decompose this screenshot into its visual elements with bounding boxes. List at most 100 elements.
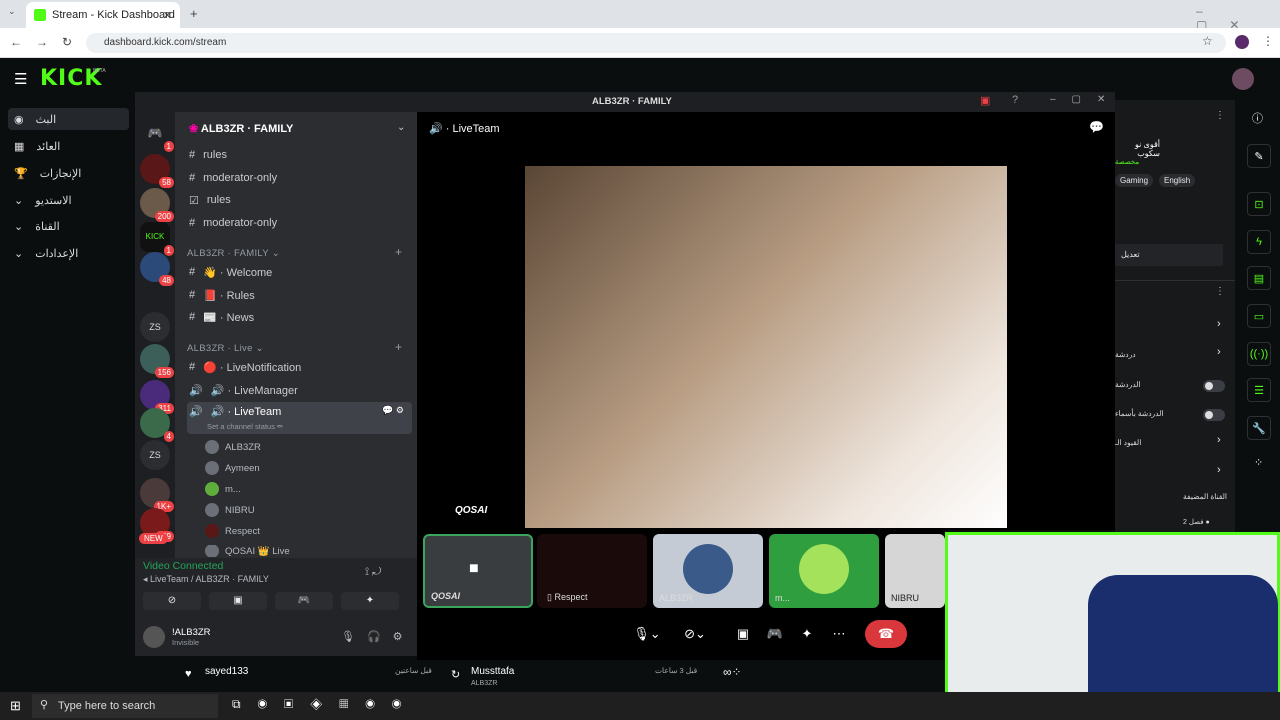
activity-button[interactable]: 🎮 (275, 592, 333, 610)
channel-item[interactable]: # 📰 · News (187, 307, 412, 327)
soundboard-icon[interactable]: ✦ (795, 620, 819, 648)
participant-tile[interactable]: m... (769, 534, 879, 608)
sidebar-item-achievements[interactable]: 🏆 الإنجازات (8, 162, 129, 184)
server-icon[interactable]: 156 (140, 344, 174, 378)
channel-item[interactable]: # rules (187, 145, 412, 165)
voice-user[interactable]: QOSAI 👑 Live (205, 545, 290, 557)
windows-start-icon[interactable]: ⊞ (10, 698, 21, 714)
help-icon[interactable]: ? (1012, 94, 1018, 106)
server-icon[interactable]: 200 (140, 188, 174, 222)
disconnect-icon[interactable]: ⟟ ⤾ (365, 566, 381, 579)
main-video-feed[interactable] (525, 166, 1007, 528)
broadcast-icon[interactable]: ((·)) (1247, 342, 1271, 366)
discord-home-icon[interactable]: 🎮 1 (140, 118, 174, 152)
server-icon[interactable]: 311 (140, 380, 174, 414)
screen-share-icon[interactable]: ▣ (731, 620, 755, 648)
url-field[interactable]: dashboard.kick.com/stream (86, 33, 1226, 53)
server-icon-kick[interactable]: KICK 1 (140, 222, 174, 256)
activity-user[interactable]: sayed133 (205, 666, 248, 677)
discord-window-controls[interactable]: –▢✕ (1050, 94, 1121, 105)
participant-tile[interactable]: ■ QOSAI (423, 534, 533, 608)
channel-actions-icon[interactable]: 💬 ⚙ (382, 405, 404, 416)
add-channel-icon[interactable]: + (395, 245, 402, 259)
screenshot-icon[interactable]: ⊡ (1247, 192, 1271, 216)
chevron-right-icon[interactable]: › (1217, 434, 1221, 446)
tab-search-icon[interactable]: ⌄ (8, 6, 16, 17)
chat-bubble-icon[interactable]: 💬 (1089, 120, 1104, 134)
close-tab-icon[interactable]: ✕ (163, 9, 172, 22)
channel-item[interactable]: # 👋 · Welcome (187, 262, 412, 282)
chevron-right-icon[interactable]: › (1217, 464, 1221, 476)
server-icon[interactable]: 1K+ (140, 478, 174, 512)
new-tab-icon[interactable]: + (190, 6, 198, 21)
voice-user[interactable]: Aymeen (205, 461, 260, 475)
edit-button[interactable]: تعديل (1115, 244, 1223, 266)
profile-avatar[interactable] (1235, 35, 1249, 49)
chevron-right-icon[interactable]: › (1217, 318, 1221, 330)
avatar[interactable] (143, 626, 165, 648)
more-options-icon[interactable]: ⋯ (827, 620, 851, 648)
server-icon[interactable]: 58 (140, 154, 174, 188)
participant-tile[interactable]: NIBRU (885, 534, 945, 608)
activity-user[interactable]: Mussttafa (471, 666, 514, 677)
panel-menu-icon[interactable]: ⋮ (1215, 286, 1225, 297)
chat-names-toggle[interactable] (1203, 409, 1225, 421)
sidebar-item-settings[interactable]: ⌄ الإعدادات (8, 242, 129, 264)
bookmark-star-icon[interactable]: ☆ (1202, 34, 1213, 48)
voice-user[interactable]: NIBRU (205, 503, 255, 517)
mic-headset-settings-icons[interactable]: 🎙🎧⚙ (341, 630, 415, 643)
soundboard-button[interactable]: ✦ (341, 592, 399, 610)
info-icon[interactable]: ⓘ (1252, 110, 1263, 126)
add-channel-icon[interactable]: + (395, 340, 402, 354)
browser-tab[interactable]: Stream - Kick Dashboard ✕ (26, 2, 180, 28)
participant-tile[interactable]: ALB3ZR (653, 534, 763, 608)
menu-dots-icon[interactable]: ⋮ (1262, 34, 1274, 48)
channel-item[interactable]: # 📕 · Rules (187, 285, 412, 305)
screen-share-button[interactable]: ▣ (209, 592, 267, 610)
hamburger-icon[interactable]: ☰ (14, 70, 27, 88)
server-icon-selected[interactable]: 4 (140, 408, 174, 442)
voice-user[interactable]: ALB3ZR (205, 440, 261, 454)
server-folder[interactable]: ZS (140, 440, 170, 470)
category-family[interactable]: ALB3ZR · FAMILY ⌄ (187, 248, 280, 259)
lightning-icon[interactable]: ϟ (1247, 230, 1271, 254)
server-icon[interactable]: 48 (140, 252, 174, 286)
channel-item[interactable]: # moderator-only (187, 168, 412, 188)
loop-icon[interactable]: ∞⁘ (723, 665, 742, 679)
channel-item[interactable]: # moderator-only (187, 213, 412, 233)
channel-status[interactable]: Set a channel status ✏ (207, 422, 283, 431)
hang-up-button[interactable]: ☎ (865, 620, 907, 648)
mic-button[interactable]: 🎙⌄ (625, 620, 669, 648)
server-folder[interactable]: ZS (140, 312, 170, 342)
server-name[interactable]: ❀ ALB3ZR · FAMILY (189, 122, 293, 135)
taskbar-search-field[interactable]: Type here to search (32, 694, 218, 718)
channel-item[interactable]: ☑ rules (187, 190, 412, 210)
chevron-down-icon[interactable]: ⌄ (397, 122, 405, 133)
camera-off-button[interactable]: ⊘⌄ (673, 620, 717, 648)
edit-icon[interactable]: ✎ (1247, 144, 1271, 168)
sidebar-item-home[interactable]: ▦ العائد (8, 135, 129, 157)
taskbar-app-icons[interactable]: ⧉◉▣◈▦◉◉ (232, 697, 418, 712)
sidebar-item-channel[interactable]: ⌄ القناة (8, 215, 129, 237)
category-live[interactable]: ALB3ZR · Live ⌄ (187, 343, 264, 354)
chevron-right-icon[interactable]: › (1217, 346, 1221, 358)
sidebar-item-broadcast[interactable]: ◉ البث (8, 108, 129, 130)
voice-user[interactable]: m... (205, 482, 241, 496)
chat-icon[interactable]: ▭ (1247, 304, 1271, 328)
voice-user[interactable]: Respect (205, 524, 260, 538)
user-avatar[interactable] (1232, 68, 1254, 90)
self-username[interactable]: !ALB3ZR (172, 627, 211, 638)
apps-icon[interactable]: ⁘ (1254, 456, 1263, 469)
clipboard-icon[interactable]: ▤ (1247, 266, 1271, 290)
channel-item[interactable]: 🔊 🔊 · LiveManager (187, 380, 412, 400)
layout-icon[interactable]: ☰ (1247, 378, 1271, 402)
voice-channel[interactable]: ◂ LiveTeam / ALB3ZR · FAMILY (143, 574, 269, 585)
panel-menu-icon[interactable]: ⋮ (1215, 110, 1225, 121)
channel-item[interactable]: # 🔴 · LiveNotification (187, 357, 412, 377)
participant-tile[interactable]: ▯ Respect (537, 534, 647, 608)
wrench-icon[interactable]: 🔧 (1247, 416, 1271, 440)
chat-toggle[interactable] (1203, 380, 1225, 392)
nav-buttons[interactable]: ←→↻ (10, 35, 86, 49)
video-off-button[interactable]: ⊘ (143, 592, 201, 610)
sidebar-item-studio[interactable]: ⌄ الاستديو (8, 189, 129, 211)
